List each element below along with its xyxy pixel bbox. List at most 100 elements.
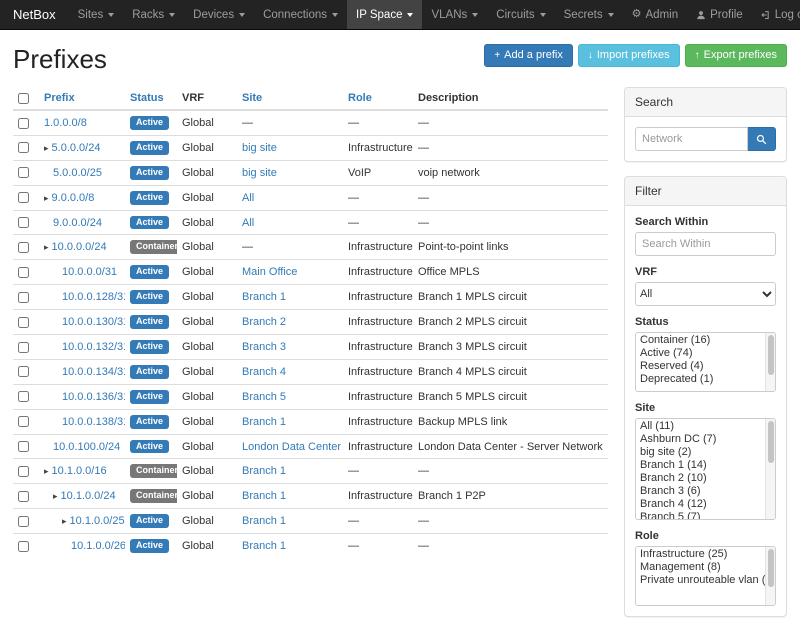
prefix-link[interactable]: 10.1.0.0/26 [71, 540, 125, 552]
nav-item-racks[interactable]: Racks [123, 0, 184, 29]
expand-arrow-icon[interactable]: ▸ [44, 242, 49, 252]
site-link[interactable]: Branch 1 [242, 515, 286, 527]
nav-item-vlans[interactable]: VLANs [422, 0, 487, 29]
nav-log-out[interactable]: Log out [752, 0, 800, 29]
add-a-prefix-button[interactable]: +Add a prefix [484, 44, 573, 67]
filter-option[interactable]: Infrastructure (25) [636, 548, 765, 561]
nav-profile[interactable]: Profile [687, 0, 752, 29]
status-filter-list[interactable]: Container (16)Active (74)Reserved (4)Dep… [635, 332, 776, 392]
filter-option[interactable]: Branch 3 (6) [636, 485, 765, 498]
filter-option[interactable]: Management (8) [636, 561, 765, 574]
row-checkbox[interactable] [18, 466, 29, 477]
import-prefixes-button[interactable]: ↓Import prefixes [578, 44, 680, 67]
row-checkbox[interactable] [18, 541, 29, 552]
filter-option[interactable]: Container (16) [636, 334, 765, 347]
nav-item-ip-space[interactable]: IP Space [347, 0, 422, 29]
prefix-link[interactable]: 10.0.0.0/24 [52, 241, 107, 253]
search-button[interactable] [748, 127, 776, 151]
app-brand[interactable]: NetBox [0, 0, 69, 29]
site-link[interactable]: Branch 1 [242, 465, 286, 477]
prefix-link[interactable]: 10.0.0.134/31 [62, 366, 125, 378]
column-header-role[interactable]: Role [343, 87, 413, 110]
filter-option[interactable]: Branch 2 (10) [636, 472, 765, 485]
prefix-link[interactable]: 1.0.0.0/8 [44, 117, 87, 129]
site-filter-list[interactable]: All (11)Ashburn DC (7)big site (2)Branch… [635, 418, 776, 520]
row-checkbox[interactable] [18, 516, 29, 527]
site-link[interactable]: big site [242, 167, 277, 179]
prefix-link[interactable]: 9.0.0.0/8 [52, 192, 95, 204]
search-input[interactable] [635, 127, 748, 151]
nav-admin[interactable]: ⚙Admin [623, 0, 687, 29]
prefix-link[interactable]: 9.0.0.0/24 [53, 217, 102, 229]
scrollbar-thumb[interactable] [768, 421, 774, 463]
site-link[interactable]: Branch 2 [242, 316, 286, 328]
column-header-prefix[interactable]: Prefix [39, 87, 125, 110]
scrollbar[interactable] [765, 419, 775, 519]
row-checkbox[interactable] [18, 317, 29, 328]
row-checkbox[interactable] [18, 391, 29, 402]
row-checkbox[interactable] [18, 267, 29, 278]
site-link[interactable]: All [242, 217, 254, 229]
column-header-site[interactable]: Site [237, 87, 343, 110]
prefix-link[interactable]: 10.0.0.0/31 [62, 266, 117, 278]
column-header-status[interactable]: Status [125, 87, 177, 110]
nav-item-secrets[interactable]: Secrets [555, 0, 623, 29]
filter-option[interactable]: Private unrouteable vlan (0) [636, 574, 765, 587]
prefix-link[interactable]: 10.0.0.138/31 [62, 416, 125, 428]
site-link[interactable]: Branch 1 [242, 416, 286, 428]
expand-arrow-icon[interactable]: ▸ [62, 516, 67, 526]
row-checkbox[interactable] [18, 491, 29, 502]
filter-option[interactable]: Ashburn DC (7) [636, 433, 765, 446]
prefix-link[interactable]: 5.0.0.0/24 [52, 142, 101, 154]
row-checkbox[interactable] [18, 292, 29, 303]
nav-item-connections[interactable]: Connections [254, 0, 347, 29]
row-checkbox[interactable] [18, 142, 29, 153]
site-link[interactable]: Branch 1 [242, 490, 286, 502]
vrf-select[interactable]: All [635, 282, 776, 306]
prefix-link[interactable]: 10.1.0.0/25 [70, 515, 125, 527]
filter-option[interactable]: All (11) [636, 420, 765, 433]
row-checkbox[interactable] [18, 167, 29, 178]
row-checkbox[interactable] [18, 118, 29, 129]
site-link[interactable]: big site [242, 142, 277, 154]
prefix-link[interactable]: 10.0.0.128/31 [62, 291, 125, 303]
filter-option[interactable]: Branch 4 (12) [636, 498, 765, 511]
prefix-link[interactable]: 10.0.0.132/31 [62, 341, 125, 353]
expand-arrow-icon[interactable]: ▸ [44, 143, 49, 153]
row-checkbox[interactable] [18, 192, 29, 203]
prefix-link[interactable]: 5.0.0.0/25 [53, 167, 102, 179]
row-checkbox[interactable] [18, 342, 29, 353]
filter-option[interactable]: Reserved (4) [636, 360, 765, 373]
prefix-link[interactable]: 10.0.0.136/31 [62, 391, 125, 403]
row-checkbox[interactable] [18, 217, 29, 228]
site-link[interactable]: All [242, 192, 254, 204]
row-checkbox[interactable] [18, 441, 29, 452]
filter-option[interactable]: Branch 5 (7) [636, 511, 765, 520]
filter-option[interactable]: Deprecated (1) [636, 373, 765, 386]
nav-item-circuits[interactable]: Circuits [487, 0, 554, 29]
site-link[interactable]: Branch 4 [242, 366, 286, 378]
site-link[interactable]: Branch 5 [242, 391, 286, 403]
select-all-checkbox[interactable] [18, 93, 29, 104]
row-checkbox[interactable] [18, 242, 29, 253]
expand-arrow-icon[interactable]: ▸ [53, 491, 58, 501]
scrollbar-thumb[interactable] [768, 335, 774, 375]
prefix-link[interactable]: 10.0.100.0/24 [53, 441, 120, 453]
row-checkbox[interactable] [18, 416, 29, 427]
role-filter-list[interactable]: Infrastructure (25)Management (8)Private… [635, 546, 776, 606]
prefix-link[interactable]: 10.1.0.0/16 [52, 465, 107, 477]
prefix-link[interactable]: 10.0.0.130/31 [62, 316, 125, 328]
nav-item-sites[interactable]: Sites [69, 0, 124, 29]
filter-option[interactable]: Branch 1 (14) [636, 459, 765, 472]
site-link[interactable]: Branch 3 [242, 341, 286, 353]
expand-arrow-icon[interactable]: ▸ [44, 193, 49, 203]
scrollbar[interactable] [765, 333, 775, 391]
row-checkbox[interactable] [18, 366, 29, 377]
expand-arrow-icon[interactable]: ▸ [44, 466, 49, 476]
prefix-link[interactable]: 10.1.0.0/24 [61, 490, 116, 502]
filter-option[interactable]: big site (2) [636, 446, 765, 459]
export-prefixes-button[interactable]: ↑Export prefixes [685, 44, 787, 67]
site-link[interactable]: London Data Center [242, 441, 341, 453]
filter-option[interactable]: Active (74) [636, 347, 765, 360]
scrollbar[interactable] [765, 547, 775, 605]
